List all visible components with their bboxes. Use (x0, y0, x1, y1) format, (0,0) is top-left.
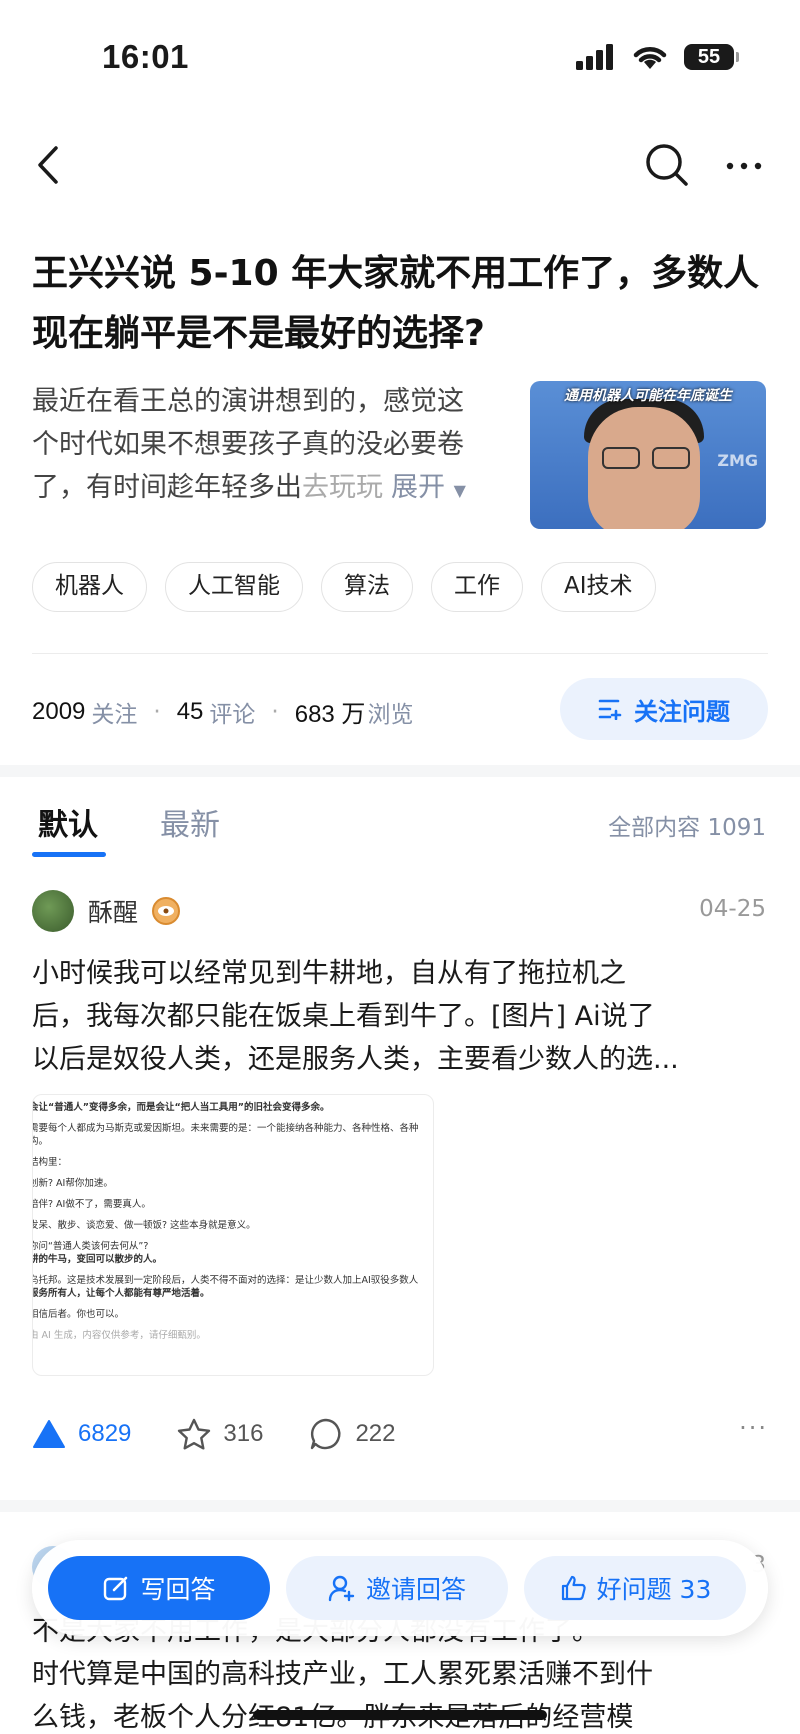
question-description[interactable]: 最近在看王总的演讲想到的，感觉这 个时代如果不想要孩子真的没必要卷 了，有时间趁… (32, 380, 512, 512)
answer-tabs: 默认 最新 全部内容 1091 (0, 800, 800, 860)
description-line-last: 了，有时间趁年轻多出去玩玩 展开 ▼ (32, 466, 512, 512)
description-line: 了，有时间趁年轻多出 (32, 472, 302, 503)
comments-label: 评论 (209, 701, 256, 728)
more-icon[interactable] (724, 146, 764, 186)
comment-button[interactable]: 222 (309, 1417, 395, 1451)
followers-label: 关注 (91, 701, 138, 728)
image-text-line: 耕的牛马，变回可以散步的人。 (32, 1254, 163, 1265)
tag-work[interactable]: 工作 (431, 562, 523, 612)
thumbnail-glasses-left (602, 447, 640, 469)
thumbnail-glasses-right (652, 447, 690, 469)
status-icons: 55 (576, 44, 739, 70)
tag-algorithm[interactable]: 算法 (321, 562, 413, 612)
comments-count: 45 (176, 697, 204, 725)
section-divider (0, 765, 800, 777)
eye-badge-icon (152, 897, 181, 925)
image-text-line: 会让“普通人”变得多余，而是会让“把人当工具用”的旧社会变得多余。 (32, 1102, 330, 1113)
bottom-action-bar: 写回答 邀请回答 好问题 33 (32, 1540, 768, 1636)
description-line: 个时代如果不想要孩子真的没必要卷 (32, 429, 464, 460)
image-text-line: 创新? AI帮你加速。 (32, 1178, 113, 1189)
all-content-count[interactable]: 全部内容 1091 (608, 808, 766, 842)
tag-ai[interactable]: 人工智能 (165, 562, 303, 612)
separator-dot: · (271, 698, 279, 725)
views-label: 浏览 (367, 701, 414, 728)
good-question-button[interactable]: 好问题 33 (524, 1556, 746, 1620)
tab-active-indicator (32, 852, 106, 857)
answer-line: 以后是奴役人类，还是服务人类，主要看少数人的选... (32, 1044, 679, 1075)
description-line: 最近在看王总的演讲想到的，感觉这 (32, 386, 464, 417)
star-icon (178, 1418, 211, 1450)
topic-tags: 机器人 人工智能 算法 工作 AI技术 (32, 562, 656, 612)
thumbnail-caption: 通用机器人可能在年底诞生 (564, 388, 732, 404)
invite-answer-label: 邀请回答 (365, 1575, 466, 1604)
home-indicator (253, 1710, 547, 1720)
answer-actions: 6829 316 222 ··· (32, 1414, 768, 1454)
expand-label: 展开 (391, 472, 445, 503)
comment-icon (311, 1418, 341, 1450)
image-text-line: 陪伴? AI做不了，需要真人。 (32, 1199, 151, 1210)
avatar[interactable] (32, 890, 74, 932)
section-divider (0, 1500, 800, 1512)
signal-icon (576, 44, 613, 70)
description-fade: 去玩玩 (302, 472, 383, 503)
follow-list-icon (598, 699, 622, 720)
views-count: 683 万 (294, 701, 366, 728)
edit-icon (104, 1576, 128, 1601)
search-icon[interactable] (644, 142, 690, 188)
tag-ai-tech[interactable]: AI技术 (541, 562, 656, 612)
upvote-triangle-icon (33, 1420, 65, 1448)
image-text-line: 需要每个人都成为马斯克或爱因斯坦。未来需要的是：一个能接纳各种能力、各种性格、各… (32, 1123, 419, 1134)
tab-latest[interactable]: 最新 (160, 800, 220, 844)
tab-default[interactable]: 默认 (38, 800, 98, 844)
upvote-button[interactable]: 6829 (32, 1419, 131, 1449)
favorite-count: 316 (223, 1420, 264, 1447)
invite-answer-button[interactable]: 邀请回答 (286, 1556, 508, 1620)
author-name[interactable]: 酥醒 (88, 893, 138, 929)
image-text-line: 由 AI 生成，内容仅供参考，请仔细甄别。 (32, 1330, 206, 1341)
chevron-down-icon: ▼ (453, 481, 466, 500)
divider (32, 653, 768, 654)
image-text-line: 乌托邦。这是技术发展到一定阶段后，人类不得不面对的选择：是让少数人加上AI驭役多… (32, 1275, 419, 1286)
followers-count: 2009 (32, 697, 86, 725)
expand-link[interactable]: 展开 ▼ (391, 472, 466, 503)
more-actions-icon[interactable]: ··· (739, 1414, 768, 1442)
answer-line: 后，我每次都只能在饭桌上看到牛了。[图片] Ai说了 (32, 1001, 655, 1032)
write-answer-button[interactable]: 写回答 (48, 1556, 270, 1620)
nav-bar (0, 130, 800, 200)
answer-author: 酥醒 (32, 890, 181, 932)
invite-user-icon (328, 1575, 355, 1602)
image-text-line: 你问“普通人类该何去何从”? (32, 1241, 149, 1252)
good-question-label: 好问题 33 (596, 1575, 712, 1604)
favorite-button[interactable]: 316 (177, 1418, 263, 1450)
image-text-line: 构。 (33, 1136, 49, 1147)
image-text-line: 相信后者。你也可以。 (32, 1309, 125, 1320)
question-stats: 2009 关注 · 45 评论 · 683 万 浏览 (32, 694, 413, 729)
answer-line: 小时候我可以经常见到牛耕地，自从有了拖拉机之 (32, 958, 626, 989)
thumbnail-logo: ZMG (717, 451, 758, 470)
question-title: 王兴兴说 5-10 年大家就不用工作了，多数人现在躺平是不是最好的选择? (32, 253, 760, 354)
answer-line: 时代算是中国的高科技产业，工人累死累活赚不到什 (32, 1659, 653, 1690)
battery-icon: 55 (684, 44, 739, 70)
back-icon[interactable] (30, 140, 70, 190)
image-text-line: 服务所有人，让每个人都能有尊严地活着。 (32, 1288, 210, 1299)
image-text-line: 结构里： (32, 1157, 68, 1168)
comment-count: 222 (355, 1420, 396, 1447)
tag-robot[interactable]: 机器人 (32, 562, 147, 612)
image-text-line: 发呆、散步、谈恋爱、做一顿饭? 这些本身就是意义。 (32, 1220, 256, 1231)
status-bar: 16:01 55 (0, 0, 800, 110)
answer-excerpt[interactable]: 小时候我可以经常见到牛耕地，自从有了拖拉机之 后，我每次都只能在饭桌上看到牛了。… (32, 952, 768, 1081)
write-answer-label: 写回答 (140, 1575, 216, 1604)
follow-question-button[interactable]: 关注问题 (560, 678, 768, 740)
separator-dot: · (153, 698, 161, 725)
question-thumbnail[interactable]: 通用机器人可能在年底诞生 ZMG (530, 381, 766, 529)
battery-level: 55 (697, 45, 721, 68)
answer-date: 04-25 (699, 896, 766, 922)
follow-question-label: 关注问题 (634, 697, 730, 726)
upvote-count: 6829 (78, 1420, 132, 1447)
thumbs-up-icon (561, 1575, 586, 1601)
status-time: 16:01 (102, 38, 189, 75)
answer-image[interactable]: 会让“普通人”变得多余，而是会让“把人当工具用”的旧社会变得多余。 需要每个人都… (32, 1094, 434, 1376)
wifi-icon (633, 47, 667, 69)
